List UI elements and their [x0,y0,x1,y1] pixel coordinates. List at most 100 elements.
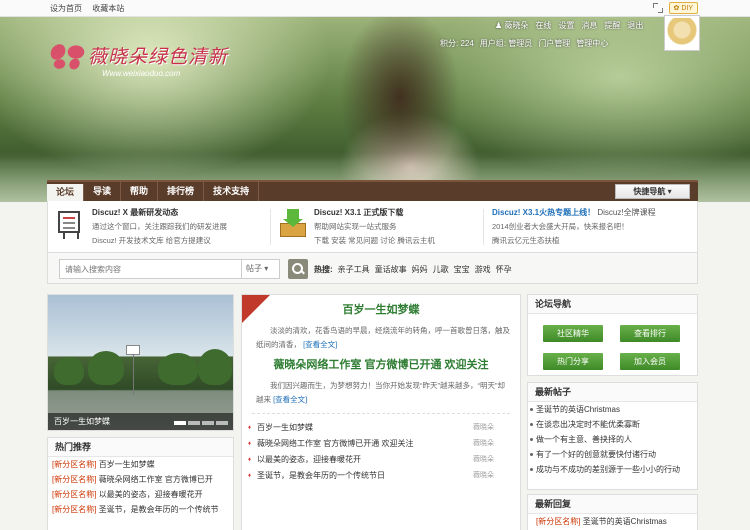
user-bar: ♟ 薇晓朵 在线 设置 消息 提醒 退出 [495,20,643,31]
hot-word[interactable]: 游戏 [475,264,491,275]
list-item[interactable]: 成功与不成功的差别源于一些小小的行动 [528,462,697,477]
logo-title: 薇晓朵绿色清新 [88,46,229,68]
diy-label: DIY [681,5,693,12]
forum-nav-title: 论坛导航 [528,295,697,314]
summary-2: 我们因兴趣而生，为梦想努力！当你开始发现“昨天”越来越多，“明天”却越来 [查看… [256,381,505,404]
list-item[interactable]: 圣诞节，是教会年历的一个传统节日薇晓朵 [248,468,514,484]
hot-word[interactable]: 宝宝 [454,264,470,275]
new-posts-title: 最新帖子 [528,383,697,402]
butterfly-icon [47,42,87,77]
avatar-image [667,18,697,48]
author: 薇晓朵 [473,440,494,447]
announce-topic-title[interactable]: Discuz! X3.1火热专题上线！ [492,208,595,217]
hot-word[interactable]: 儿歌 [433,264,449,275]
announce-panel: Discuz! X 最新研发动态 通过这个窗口，关注跟踪我们的研发进展 Disc… [47,201,698,253]
hot-word[interactable]: 童话故事 [375,264,407,275]
announce-dev-title[interactable]: Discuz! X 最新研发动态 [92,207,227,218]
divider [483,209,484,245]
search-button[interactable] [288,259,308,279]
user-bar-secondary: 积分: 224 用户组: 管理员 门户管理 管理中心 [440,38,608,49]
reminders-link[interactable]: 提醒 [604,20,620,31]
set-homepage-link[interactable]: 设为首页 [50,4,82,13]
headline-2[interactable]: 薇晓朵网络工作室 官方微博已开通 欢迎关注 [242,356,520,372]
bookmark-link[interactable]: 收藏本站 [92,4,124,13]
hot-word[interactable]: 妈妈 [412,264,428,275]
search-input[interactable] [59,259,242,279]
user-name-link[interactable]: ♟ 薇晓朵 [495,20,528,31]
list-item[interactable]: 百岁一生如梦蝶薇晓朵 [248,420,514,436]
announce-dev: Discuz! X 最新研发动态 通过这个窗口，关注跟踪我们的研发进展 Disc… [92,207,227,246]
list-item[interactable]: 以最美的姿态，迎接春暖花开薇晓朵 [248,452,514,468]
announce-topic-line1[interactable]: 2014创业者大会盛大开局，快来报名吧！ [492,221,656,232]
announce-download: Discuz! X3.1 正式版下载 帮助网站实现一站式服务 下载 安装 常见问… [314,207,435,246]
hot-word[interactable]: 亲子工具 [338,264,370,275]
author: 薇晓朵 [473,424,494,431]
list-item[interactable]: [新分区名称] 圣诞节的英语Christmas [528,514,697,529]
list-item[interactable]: [新分区名称] 薇晓朵网络工作室 官方微博已开 [48,472,233,487]
presentation-board-icon [58,211,80,239]
announce-download-line1: 帮助网站实现一站式服务 [314,222,397,231]
announce-topic: Discuz! X3.1火热专题上线！ Discuz!全牌课程 2014创业者大… [492,207,656,246]
avatar[interactable] [664,15,700,51]
hot-search-label: 热搜: [314,265,333,274]
hot-recommend-title: 热门推荐 [48,438,233,457]
divider [270,209,271,245]
new-replies-panel: 最新回复 [新分区名称] 圣诞节的英语Christmas [527,494,698,530]
main-nav: 论坛 导读 帮助 排行榜 技术支持 快捷导航 ▾ [47,180,698,201]
join-member-button[interactable]: 加入会员 [620,353,680,370]
nav-item-guide[interactable]: 导读 [84,182,122,201]
read-more-link[interactable]: [查看全文] [273,395,307,404]
nav-item-ranking[interactable]: 排行榜 [158,182,205,201]
list-item[interactable]: 薇晓朵网络工作室 官方微博已开通 欢迎关注薇晓朵 [248,436,514,452]
hot-search: 热搜: 亲子工具 童话故事 妈妈 儿歌 宝宝 游戏 怀孕 [314,264,512,275]
announce-topic-course[interactable]: Discuz!全牌课程 [597,208,655,217]
logo-url: Www.weixiaoduo.com [102,69,181,78]
nav-item-support[interactable]: 技术支持 [204,182,260,201]
site-logo[interactable]: 薇晓朵绿色清新 Www.weixiaoduo.com [47,42,229,78]
settings-link[interactable]: 设置 [558,20,574,31]
announce-download-line2[interactable]: 下载 安装 常见问题 讨论 腾讯云主机 [314,235,435,246]
list-item[interactable]: 有了一个好的创意就要快付诸行动 [528,447,697,462]
search-type-select[interactable]: 帖子 ▾ [242,259,280,279]
hot-word[interactable]: 怀孕 [496,264,512,275]
nav-item-help[interactable]: 帮助 [121,182,159,201]
download-icon [280,209,306,237]
search-bar: 帖子 ▾ 热搜: 亲子工具 童话故事 妈妈 儿歌 宝宝 游戏 怀孕 [47,253,698,284]
summary-1: 淡淡的清欢，花香鸟语的早晨，经烧流年的转角，呼一首歌曾日落，触及纸间的清香， [… [256,326,510,349]
image-slideshow[interactable]: 百岁一生如梦蝶 [47,294,234,431]
slide-image-part [54,357,84,385]
quick-nav-button[interactable]: 快捷导航 ▾ [615,184,690,199]
list-item[interactable]: [新分区名称] 百岁一生如梦蝶 [48,457,233,472]
list-item[interactable]: 圣诞节的英语Christmas [528,402,697,417]
slide-image-part [158,353,198,385]
ranking-button[interactable]: 查看排行 [620,325,680,342]
announce-topic-line2[interactable]: 腾讯云亿元生态扶植 [492,235,656,246]
logout-link[interactable]: 退出 [627,20,643,31]
portal-admin-link[interactable]: 门户管理 [538,38,570,49]
list-item[interactable]: 做一个有主意、善抉择的人 [528,432,697,447]
usergroup-link[interactable]: 用户组: 管理员 [480,38,532,49]
slide-image-part [198,349,232,385]
announce-dev-line1: 通过这个窗口，关注跟踪我们的研发进展 [92,222,227,231]
list-item[interactable]: [新分区名称] 圣诞节，是教会年历的一个传统节 [48,502,233,517]
expand-icon[interactable] [652,3,663,13]
nav-item-forum[interactable]: 论坛 [47,184,85,201]
list-item[interactable]: 在谈恋出决定时不能优柔寡断 [528,417,697,432]
headline-1[interactable]: 百岁一生如梦蝶 [242,301,520,317]
online-link[interactable]: 在线 [535,20,551,31]
list-item[interactable]: [新分区名称] 以最美的姿态，迎接春暖花开 [48,487,233,502]
thread-list: 百岁一生如梦蝶薇晓朵 薇晓朵网络工作室 官方微博已开通 欢迎关注薇晓朵 以最美的… [248,420,514,484]
featured-button[interactable]: 社区精华 [543,325,603,342]
diy-button[interactable]: ✿ DIY [668,2,698,14]
points-link[interactable]: 积分: 224 [440,38,474,49]
announce-dev-line2[interactable]: Discuz! 开发技术文库 给官方提建议 [92,235,227,246]
announce-download-title[interactable]: Discuz! X3.1 正式版下载 [314,207,435,218]
basketball-hoop [126,345,140,395]
messages-link[interactable]: 消息 [581,20,597,31]
slide-image-part [88,351,124,385]
headline-panel: 百岁一生如梦蝶 淡淡的清欢，花香鸟语的早晨，经烧流年的转角，呼一首歌曾日落，触及… [241,294,521,530]
admin-center-link[interactable]: 管理中心 [576,38,608,49]
read-more-link[interactable]: [查看全文] [303,340,337,349]
hot-share-button[interactable]: 热门分享 [543,353,603,370]
slide-pager[interactable] [174,421,228,425]
